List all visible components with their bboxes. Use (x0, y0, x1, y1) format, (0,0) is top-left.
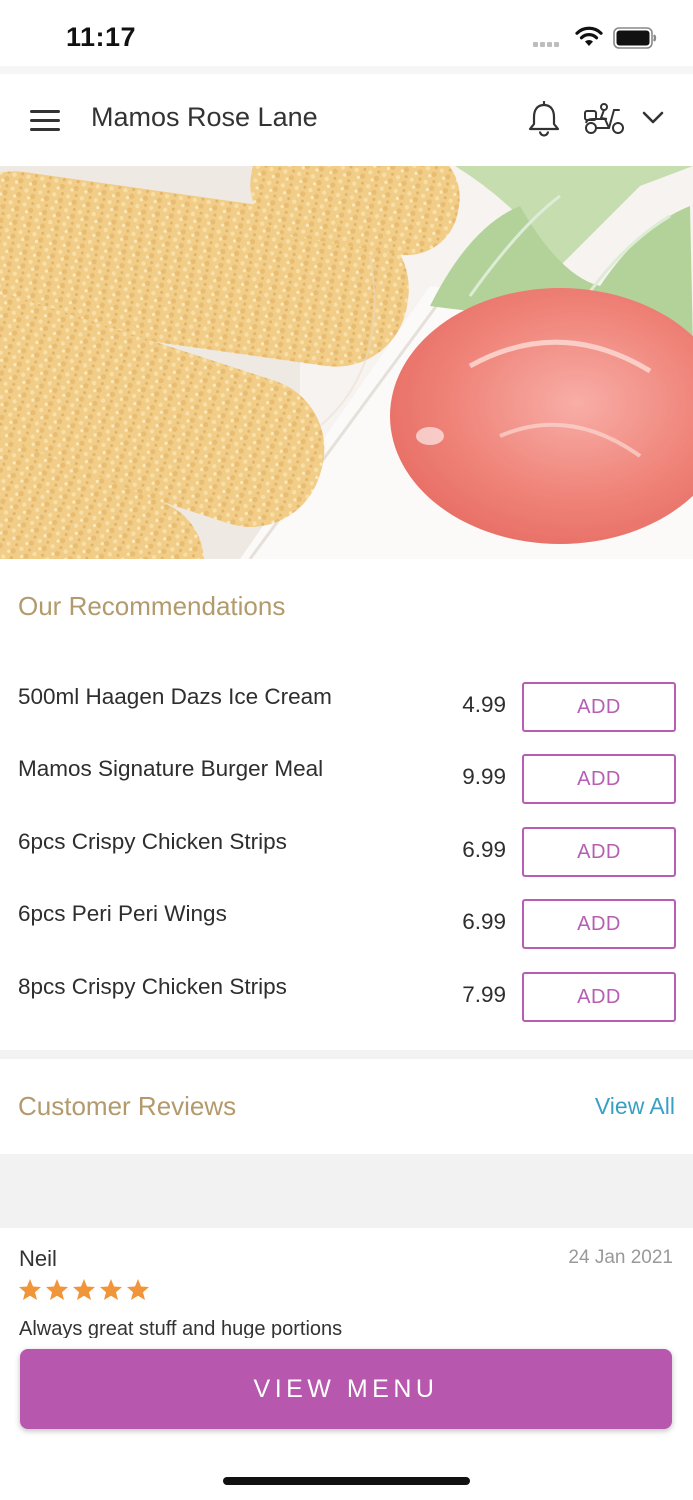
recommendation-row: 500ml Haagen Dazs Ice Cream 4.99 ADD (0, 682, 693, 742)
item-price: 9.99 (462, 764, 506, 789)
cellular-signal-icon (533, 42, 567, 48)
item-name: 6pcs Peri Peri Wings (18, 901, 227, 926)
item-price: 4.99 (462, 692, 506, 717)
home-indicator (223, 1477, 470, 1485)
battery-icon (613, 27, 657, 49)
header-gap (0, 66, 693, 74)
add-button[interactable]: ADD (522, 972, 676, 1022)
bell-icon[interactable] (526, 98, 562, 138)
add-button[interactable]: ADD (522, 827, 676, 877)
item-price: 7.99 (462, 982, 506, 1007)
star-rating (18, 1278, 153, 1304)
add-button[interactable]: ADD (522, 899, 676, 949)
status-time: 11:17 (66, 22, 137, 52)
star-icon (127, 1279, 149, 1300)
star-icon (100, 1279, 122, 1300)
view-all-reviews-link[interactable]: View All (595, 1093, 675, 1120)
item-price: 6.99 (462, 909, 506, 934)
hero-food-image (0, 166, 693, 559)
recommendation-row: 6pcs Peri Peri Wings 6.99 ADD (0, 899, 693, 959)
chevron-down-icon[interactable] (641, 110, 665, 126)
star-icon (19, 1279, 41, 1300)
item-price: 6.99 (462, 837, 506, 862)
reviews-heading: Customer Reviews (18, 1091, 237, 1121)
reviews-separator (0, 1154, 693, 1228)
scooter-icon[interactable] (583, 102, 627, 136)
recommendation-row: 8pcs Crispy Chicken Strips 7.99 ADD (0, 972, 693, 1032)
app-header: Mamos Rose Lane (0, 74, 693, 166)
status-bar: 11:17 (0, 0, 693, 68)
recommendation-row: 6pcs Crispy Chicken Strips 6.99 ADD (0, 827, 693, 887)
view-menu-button[interactable]: VIEW MENU (20, 1349, 672, 1429)
store-title: Mamos Rose Lane (91, 102, 318, 132)
item-name: 6pcs Crispy Chicken Strips (18, 829, 287, 854)
item-name: 8pcs Crispy Chicken Strips (18, 974, 287, 999)
chicken-strips-illustration (0, 166, 693, 559)
recommendations-heading: Our Recommendations (18, 591, 286, 621)
review-date: 24 Jan 2021 (568, 1247, 673, 1268)
review-text: Always great stuff and huge portions (19, 1318, 343, 1338)
item-name: 500ml Haagen Dazs Ice Cream (18, 684, 332, 709)
wifi-icon (575, 26, 603, 46)
star-icon (46, 1279, 68, 1300)
section-divider (0, 1050, 693, 1059)
add-button[interactable]: ADD (522, 754, 676, 804)
item-name: Mamos Signature Burger Meal (18, 756, 324, 781)
star-icon (73, 1279, 95, 1300)
add-button[interactable]: ADD (522, 682, 676, 732)
recommendation-row: Mamos Signature Burger Meal 9.99 ADD (0, 754, 693, 814)
reviewer-name: Neil (19, 1246, 57, 1271)
hamburger-menu-icon[interactable] (27, 108, 63, 132)
